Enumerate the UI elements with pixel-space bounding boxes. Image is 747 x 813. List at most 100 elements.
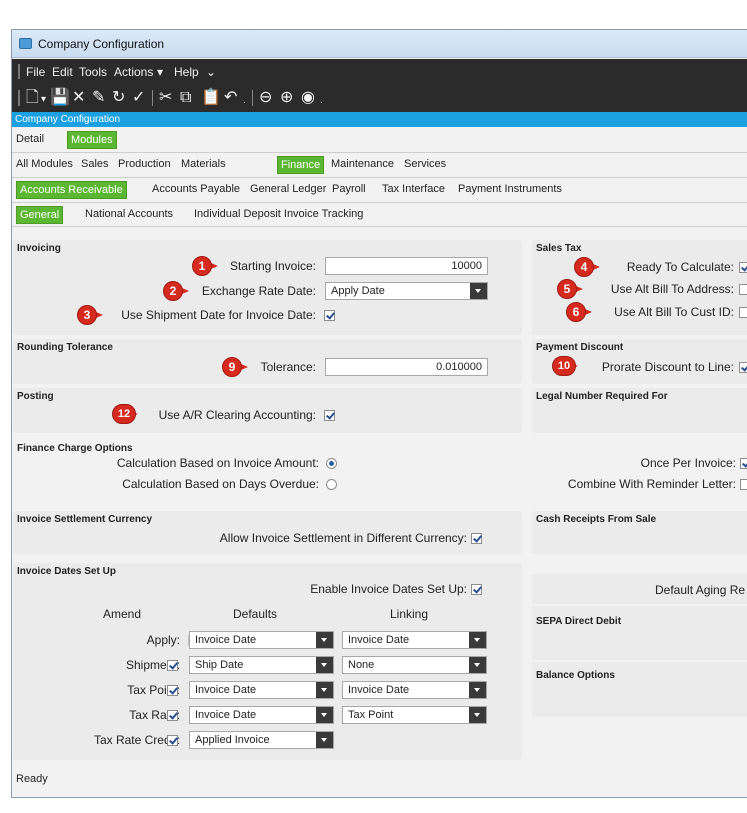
record-icon[interactable]: ◉ xyxy=(301,89,315,107)
tab-individual-deposit-invoice-tracking[interactable]: Individual Deposit Invoice Tracking xyxy=(194,208,363,220)
chevron-down-icon[interactable] xyxy=(469,707,486,723)
tax-point-linking-select[interactable]: Invoice Date xyxy=(342,681,487,699)
tolerance-label: Tolerance: xyxy=(260,360,316,374)
tab-payment-instruments[interactable]: Payment Instruments xyxy=(458,183,562,195)
edit-icon[interactable]: ✎ xyxy=(92,89,105,107)
amend-tax-rate-checkbox[interactable] xyxy=(167,710,178,721)
rounding-tolerance-title: Rounding Tolerance xyxy=(17,342,113,353)
chevron-down-icon[interactable] xyxy=(316,707,333,723)
ready-to-calculate-checkbox[interactable] xyxy=(739,262,747,273)
menu-help-dropdown-icon[interactable]: ⌄ xyxy=(206,65,216,79)
tax-rate-linking-select[interactable]: Tax Point xyxy=(342,706,487,724)
tax-point-default-select[interactable]: Invoice Date xyxy=(189,681,334,699)
undo-icon[interactable]: ↶ xyxy=(224,89,237,107)
calc-days-overdue-radio[interactable] xyxy=(326,479,337,490)
tax-rate-default-value: Invoice Date xyxy=(195,709,257,721)
tabrow-level3: Accounts Receivable Accounts Payable Gen… xyxy=(12,178,747,203)
shipment-linking-value: None xyxy=(348,659,375,671)
combine-reminder-checkbox[interactable] xyxy=(740,479,747,490)
tab-general-ledger[interactable]: General Ledger xyxy=(250,183,326,195)
tab-finance[interactable]: Finance xyxy=(277,156,325,174)
tab-detail[interactable]: Detail xyxy=(16,133,44,145)
save-icon[interactable]: 💾 xyxy=(50,89,70,107)
starting-invoice-input[interactable]: 10000 xyxy=(325,257,488,275)
tab-accounts-payable[interactable]: Accounts Payable xyxy=(152,183,240,195)
tab-national-accounts[interactable]: National Accounts xyxy=(85,208,173,220)
undo-dropdown-icon[interactable]: . xyxy=(243,92,246,110)
use-shipment-date-checkbox[interactable] xyxy=(324,310,335,321)
tax-rate-credit-default-select[interactable]: Applied Invoice xyxy=(189,731,334,749)
chevron-down-icon[interactable] xyxy=(316,682,333,698)
tab-materials[interactable]: Materials xyxy=(181,158,226,170)
sales-tax-panel: Sales Tax 4 Ready To Calculate: 5 Use Al… xyxy=(532,240,747,335)
tab-general[interactable]: General xyxy=(16,206,64,224)
rounding-tolerance-panel: Rounding Tolerance 9 Tolerance: 0.010000 xyxy=(13,339,522,384)
divider xyxy=(532,660,747,662)
tab-modules[interactable]: Modules xyxy=(67,131,117,149)
paste-icon[interactable]: 📋 xyxy=(201,89,221,107)
chevron-down-icon[interactable] xyxy=(316,732,333,748)
once-per-invoice-checkbox[interactable] xyxy=(740,458,747,469)
tab-sales[interactable]: Sales xyxy=(81,158,109,170)
cut-icon[interactable]: ✂ xyxy=(159,89,172,107)
use-shipment-date-label: Use Shipment Date for Invoice Date: xyxy=(121,308,316,322)
use-alt-bill-address-checkbox[interactable] xyxy=(739,284,747,295)
chevron-down-icon[interactable] xyxy=(316,657,333,673)
allow-settlement-checkbox[interactable] xyxy=(471,533,482,544)
chevron-down-icon[interactable] xyxy=(470,283,487,299)
back-icon[interactable]: ⊖ xyxy=(259,89,272,107)
tolerance-input[interactable]: 0.010000 xyxy=(325,358,488,376)
prorate-discount-checkbox[interactable] xyxy=(739,362,747,373)
menu-help[interactable]: Help xyxy=(174,65,199,79)
tab-all-modules[interactable]: All Modules xyxy=(16,158,73,170)
chevron-down-icon[interactable] xyxy=(316,632,333,648)
col-linking-header: Linking xyxy=(390,607,429,621)
col-amend-header: Amend xyxy=(103,607,142,621)
use-alt-bill-cust-checkbox[interactable] xyxy=(739,307,747,318)
use-ar-clearing-checkbox[interactable] xyxy=(324,410,335,421)
tab-production[interactable]: Production xyxy=(118,158,171,170)
new-dropdown-icon[interactable]: ▾ xyxy=(41,91,46,109)
forward-icon[interactable]: ⊕ xyxy=(280,89,293,107)
menu-tools[interactable]: Tools xyxy=(79,65,107,79)
tab-accounts-receivable[interactable]: Accounts Receivable xyxy=(16,181,127,199)
callout-6: 6 xyxy=(566,302,596,322)
exchange-rate-date-value: Apply Date xyxy=(331,285,385,297)
delete-icon[interactable]: ✕ xyxy=(72,89,85,107)
chevron-down-icon[interactable] xyxy=(469,657,486,673)
payment-discount-title: Payment Discount xyxy=(536,342,624,353)
amend-shipment-checkbox[interactable] xyxy=(167,660,178,671)
menu-file[interactable]: File xyxy=(26,65,45,79)
tab-services[interactable]: Services xyxy=(404,158,446,170)
tab-maintenance[interactable]: Maintenance xyxy=(331,158,394,170)
record-dropdown-icon[interactable]: . xyxy=(320,92,323,110)
menu-actions-dropdown-icon[interactable]: ▾ xyxy=(157,65,163,79)
cash-receipts-title: Cash Receipts From Sale xyxy=(536,514,657,525)
apply-linking-select[interactable]: Invoice Date xyxy=(342,631,487,649)
copy-icon[interactable]: ⧉ xyxy=(180,89,191,107)
menu-actions[interactable]: Actions xyxy=(114,65,153,79)
shipment-default-select[interactable]: Ship Date xyxy=(189,656,334,674)
tab-tax-interface[interactable]: Tax Interface xyxy=(382,183,445,195)
starting-invoice-label: Starting Invoice: xyxy=(229,259,316,273)
shipment-linking-select[interactable]: None xyxy=(342,656,487,674)
refresh-icon[interactable]: ↻ xyxy=(112,89,125,107)
tax-rate-default-select[interactable]: Invoice Date xyxy=(189,706,334,724)
prorate-discount-label: Prorate Discount to Line: xyxy=(601,360,734,374)
tab-payroll[interactable]: Payroll xyxy=(332,183,366,195)
exchange-rate-date-select[interactable]: Apply Date xyxy=(325,282,488,300)
enable-invoice-dates-checkbox[interactable] xyxy=(471,584,482,595)
calc-invoice-amount-radio[interactable] xyxy=(326,458,337,469)
status-bar: Ready xyxy=(12,768,747,790)
chevron-down-icon[interactable] xyxy=(469,682,486,698)
apply-default-select[interactable]: Invoice Date xyxy=(189,631,334,649)
finance-charge-title: Finance Charge Options xyxy=(17,443,133,454)
callout-3: 3 xyxy=(77,305,107,325)
chevron-down-icon[interactable] xyxy=(469,632,486,648)
new-icon[interactable]: 🗋 xyxy=(26,89,39,107)
menu-edit[interactable]: Edit xyxy=(52,65,73,79)
clear-icon[interactable]: ✓ xyxy=(132,89,145,107)
calc-invoice-amount-label: Calculation Based on Invoice Amount: xyxy=(116,456,319,470)
amend-tax-point-checkbox[interactable] xyxy=(167,685,178,696)
amend-tax-rate-credit-checkbox[interactable] xyxy=(167,735,178,746)
